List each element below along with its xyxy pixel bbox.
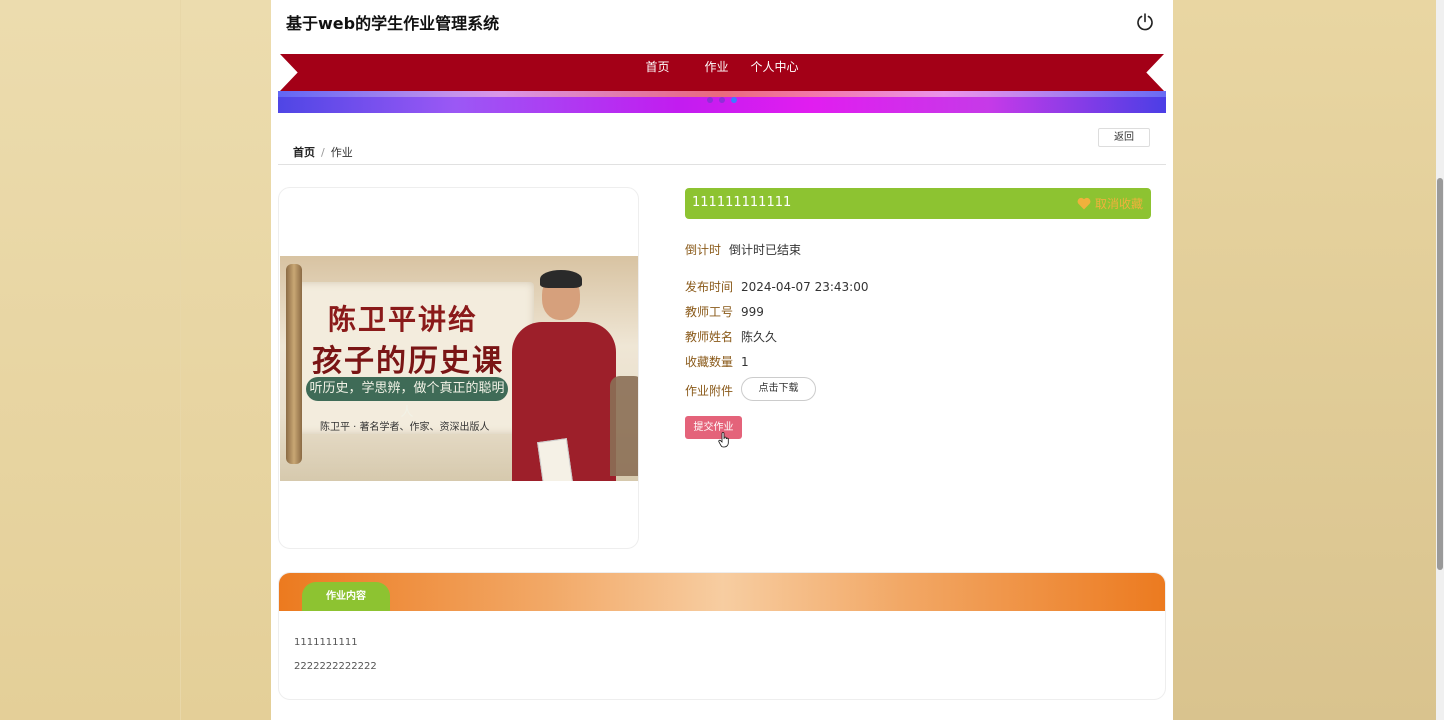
poster-title-line2: 孩子的历史课 xyxy=(312,344,504,379)
poster-byline: 陈卫平 · 著名学者、作家、资深出版人 xyxy=(320,422,490,433)
countdown-row: 倒计时 倒计时已结束 xyxy=(685,241,801,258)
assignment-title-bar: 111111111111 取消收藏 xyxy=(685,188,1151,219)
top-bar: 基于web的学生作业管理系统 xyxy=(271,0,1173,44)
breadcrumb-home[interactable]: 首页 xyxy=(293,146,315,159)
page-scrollbar[interactable] xyxy=(1436,0,1444,720)
nav-item-home[interactable]: 首页 xyxy=(634,54,680,91)
main-nav: 首页 作业 个人中心 xyxy=(280,50,1164,91)
nav-item-homework[interactable]: 作业 xyxy=(693,50,740,91)
countdown-value: 倒计时已结束 xyxy=(729,243,802,257)
content-header xyxy=(279,573,1165,611)
assignment-title: 111111111111 xyxy=(692,195,792,210)
carousel-dot-active[interactable] xyxy=(731,97,737,103)
hand-cursor-icon xyxy=(718,432,729,448)
divider xyxy=(278,164,1166,165)
poster-tagline: 听历史，学思辨，做个真正的聪明人 xyxy=(306,377,508,420)
field-row-publish-time: 发布时间 2024-04-07 23:43:00 xyxy=(685,278,868,295)
page-container: 基于web的学生作业管理系统 首页 作业 个人中心 首页 / 作业 返回 陈卫平讲给… xyxy=(271,0,1173,720)
assignment-content-card: 作业内容 1111111111 2222222222222 xyxy=(278,572,1166,700)
content-line: 2222222222222 xyxy=(294,661,377,672)
field-value: 2024-04-07 23:43:00 xyxy=(741,280,869,294)
field-row-attachment: 作业附件 xyxy=(685,382,733,399)
field-value: 陈久久 xyxy=(741,330,778,344)
back-button[interactable]: 返回 xyxy=(1098,128,1150,147)
field-label: 收藏数量 xyxy=(685,355,734,369)
heart-icon xyxy=(1077,197,1091,210)
breadcrumb-separator: / xyxy=(321,146,325,159)
background-left-panel xyxy=(0,0,271,720)
field-value: 1 xyxy=(741,355,749,369)
countdown-label: 倒计时 xyxy=(685,243,722,257)
tab-assignment-content[interactable]: 作业内容 xyxy=(302,582,390,611)
field-row-favorites-count: 收藏数量 1 xyxy=(685,353,749,370)
poster-statue xyxy=(610,376,638,476)
field-label: 教师工号 xyxy=(685,305,734,319)
poster-person xyxy=(508,264,618,481)
unfavorite-label: 取消收藏 xyxy=(1094,197,1143,211)
carousel-dots xyxy=(707,97,737,103)
carousel-dot[interactable] xyxy=(719,97,725,103)
field-value: 999 xyxy=(741,305,764,319)
unfavorite-button[interactable]: 取消收藏 xyxy=(1077,195,1143,212)
download-button[interactable]: 点击下载 xyxy=(741,377,816,401)
power-icon[interactable] xyxy=(1135,12,1155,32)
background-right-panel xyxy=(1173,0,1444,720)
poster-title-line1: 陈卫平讲给 xyxy=(328,303,479,336)
carousel-dot[interactable] xyxy=(707,97,713,103)
field-label: 教师姓名 xyxy=(685,330,734,344)
site-title: 基于web的学生作业管理系统 xyxy=(286,14,500,33)
field-row-teacher-name: 教师姓名 陈久久 xyxy=(685,328,777,345)
attachment-label: 作业附件 xyxy=(685,384,734,398)
poster-scroll-rod xyxy=(286,264,302,464)
content-line: 1111111111 xyxy=(294,637,358,648)
breadcrumb: 首页 / 作业 xyxy=(293,144,353,160)
field-row-teacher-id: 教师工号 999 xyxy=(685,303,764,320)
cover-image: 陈卫平讲给 孩子的历史课 听历史，学思辨，做个真正的聪明人 陈卫平 · 著名学者… xyxy=(280,256,638,481)
submit-homework-button[interactable]: 提交作业 xyxy=(685,416,742,439)
nav-item-profile[interactable]: 个人中心 xyxy=(740,54,810,91)
scrollbar-thumb[interactable] xyxy=(1437,178,1443,570)
cover-image-card: 陈卫平讲给 孩子的历史课 听历史，学思辨，做个真正的聪明人 陈卫平 · 著名学者… xyxy=(278,187,639,549)
field-label: 发布时间 xyxy=(685,280,734,294)
breadcrumb-current: 作业 xyxy=(330,146,353,159)
